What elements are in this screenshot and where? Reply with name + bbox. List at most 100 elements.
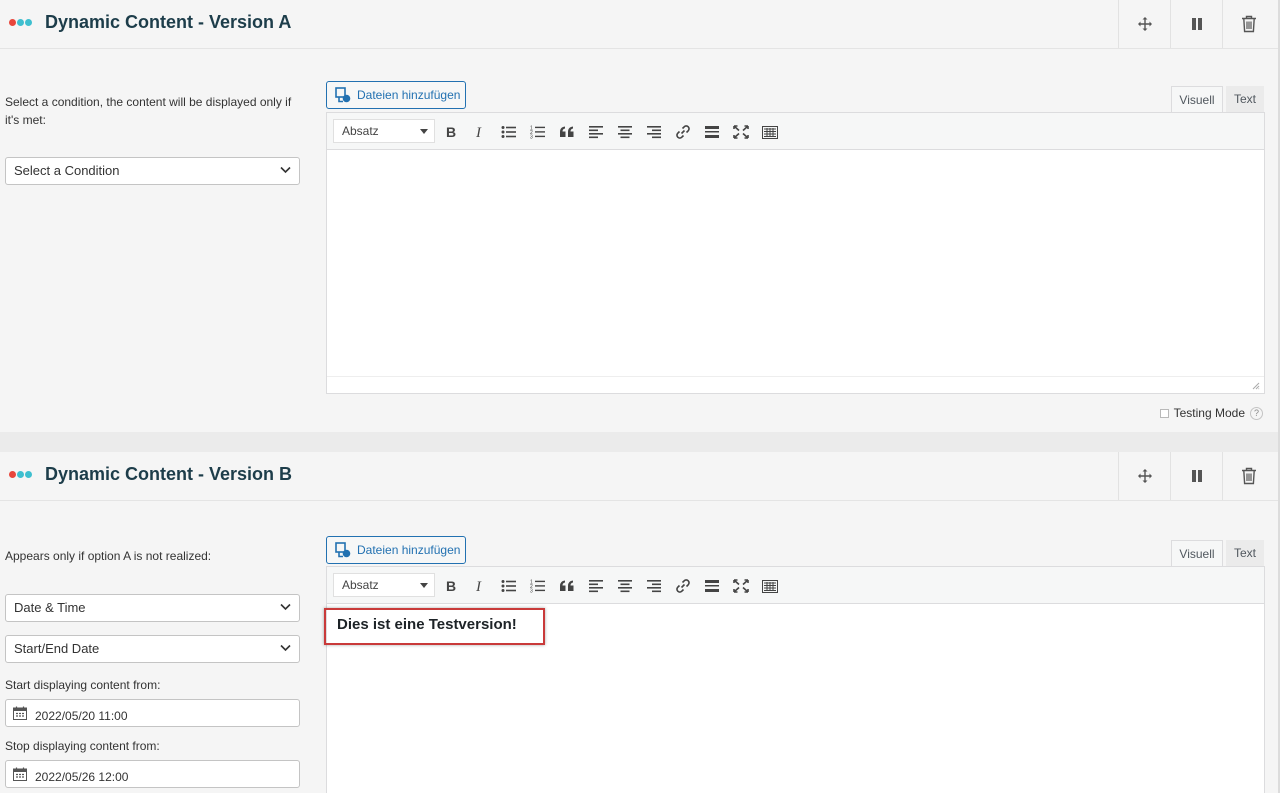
move-button[interactable]	[1118, 0, 1170, 48]
align-left-button[interactable]	[585, 121, 607, 143]
testing-mode-checkbox[interactable]	[1159, 408, 1169, 418]
bullet-list-button[interactable]	[498, 575, 520, 597]
fullscreen-icon	[733, 125, 749, 139]
editor-toolbar: Absatz B I 123	[326, 566, 1265, 604]
tab-text[interactable]: Text	[1226, 86, 1264, 112]
numbered-list-button[interactable]: 123	[527, 575, 549, 597]
format-select[interactable]: Absatz	[333, 573, 435, 597]
svg-text:3: 3	[530, 589, 533, 594]
condition-subtype-select[interactable]: Start/End Date	[5, 635, 300, 663]
condition-description: Select a condition, the content will be …	[5, 95, 292, 127]
link-button[interactable]	[672, 121, 694, 143]
italic-icon: I	[475, 579, 482, 593]
delete-button[interactable]	[1222, 452, 1274, 500]
numbered-list-icon: 123	[530, 126, 545, 140]
fullscreen-button[interactable]	[730, 121, 752, 143]
editor-content-area[interactable]	[326, 150, 1265, 394]
tab-visual[interactable]: Visuell	[1171, 86, 1223, 112]
version-b-panel: Dynamic Content - Version B Appears only…	[0, 452, 1278, 793]
condition-select[interactable]: Select a Condition	[5, 157, 300, 185]
align-center-button[interactable]	[614, 121, 636, 143]
toolbar-toggle-button[interactable]	[759, 121, 781, 143]
blockquote-icon	[560, 580, 574, 591]
chevron-down-icon	[280, 644, 291, 652]
align-right-button[interactable]	[643, 575, 665, 597]
move-icon	[1137, 469, 1152, 483]
align-center-button[interactable]	[614, 575, 636, 597]
tab-text[interactable]: Text	[1226, 540, 1264, 566]
read-more-button[interactable]	[701, 575, 723, 597]
add-media-icon	[335, 87, 351, 103]
condition-subtype-value: Start/End Date	[14, 641, 100, 656]
version-a-header: Dynamic Content - Version A	[0, 0, 1278, 49]
link-icon	[676, 579, 690, 593]
bullet-list-button[interactable]	[498, 121, 520, 143]
align-left-icon	[589, 580, 603, 593]
add-media-icon	[335, 542, 351, 558]
align-center-icon	[618, 126, 632, 139]
add-media-label: Dateien hinzufügen	[357, 543, 461, 557]
format-select[interactable]: Absatz	[333, 119, 435, 143]
tab-visual[interactable]: Visuell	[1171, 540, 1223, 566]
svg-text:3: 3	[530, 135, 533, 140]
add-media-label: Dateien hinzufügen	[357, 88, 461, 102]
add-media-button[interactable]: Dateien hinzufügen	[326, 81, 466, 109]
read-more-button[interactable]	[701, 121, 723, 143]
chevron-down-icon	[280, 166, 291, 174]
move-button[interactable]	[1118, 452, 1170, 500]
bullet-list-icon	[501, 126, 516, 138]
version-b-header: Dynamic Content - Version B	[0, 452, 1278, 501]
toolbar-toggle-button[interactable]	[759, 575, 781, 597]
italic-button[interactable]: I	[469, 121, 491, 143]
start-date-label: Start displaying content from:	[5, 678, 161, 692]
bold-button[interactable]: B	[440, 121, 462, 143]
italic-button[interactable]: I	[469, 575, 491, 597]
blockquote-button[interactable]	[556, 575, 578, 597]
stop-date-value: 2022/05/26 12:00	[35, 770, 129, 784]
pause-button[interactable]	[1170, 0, 1222, 48]
add-media-button[interactable]: Dateien hinzufügen	[326, 536, 466, 564]
toolbar-toggle-icon	[762, 125, 778, 139]
chevron-down-icon	[280, 603, 291, 611]
drag-dots-icon	[9, 19, 32, 26]
calendar-icon	[13, 767, 27, 781]
pause-icon	[1191, 18, 1202, 30]
read-more-icon	[705, 126, 719, 138]
align-center-icon	[618, 580, 632, 593]
bold-icon: B	[446, 125, 456, 139]
start-date-value: 2022/05/20 11:00	[35, 709, 128, 723]
stop-date-input[interactable]: 2022/05/26 12:00	[5, 760, 300, 788]
svg-text:B: B	[446, 579, 456, 593]
start-date-input[interactable]: 2022/05/20 11:00	[5, 699, 300, 727]
help-icon[interactable]: ?	[1250, 406, 1263, 420]
link-button[interactable]	[672, 575, 694, 597]
blockquote-button[interactable]	[556, 121, 578, 143]
link-icon	[676, 125, 690, 139]
italic-icon: I	[475, 125, 482, 139]
condition-type-select[interactable]: Date & Time	[5, 594, 300, 622]
bold-button[interactable]: B	[440, 575, 462, 597]
pause-button[interactable]	[1170, 452, 1222, 500]
svg-text:I: I	[475, 125, 482, 139]
numbered-list-button[interactable]: 123	[527, 121, 549, 143]
align-right-button[interactable]	[643, 121, 665, 143]
calendar-icon	[13, 706, 27, 720]
editor-content-area[interactable]: Dies ist eine Testversion!	[326, 604, 1265, 793]
bullet-list-icon	[501, 580, 516, 592]
delete-button[interactable]	[1222, 0, 1274, 48]
format-select-value: Absatz	[342, 578, 379, 592]
version-a-panel: Dynamic Content - Version A Select a con…	[0, 0, 1278, 432]
resize-handle-icon[interactable]	[1252, 382, 1260, 390]
align-left-button[interactable]	[585, 575, 607, 597]
pause-icon	[1191, 470, 1202, 482]
align-right-icon	[647, 126, 661, 139]
read-more-icon	[705, 580, 719, 592]
stop-date-label: Stop displaying content from:	[5, 739, 160, 753]
fullscreen-button[interactable]	[730, 575, 752, 597]
align-right-icon	[647, 580, 661, 593]
editor-toolbar: Absatz B I 123	[326, 112, 1265, 150]
toolbar-toggle-icon	[762, 579, 778, 593]
move-icon	[1137, 17, 1152, 31]
version-b-title: Dynamic Content - Version B	[45, 464, 293, 484]
format-select-value: Absatz	[342, 124, 379, 138]
